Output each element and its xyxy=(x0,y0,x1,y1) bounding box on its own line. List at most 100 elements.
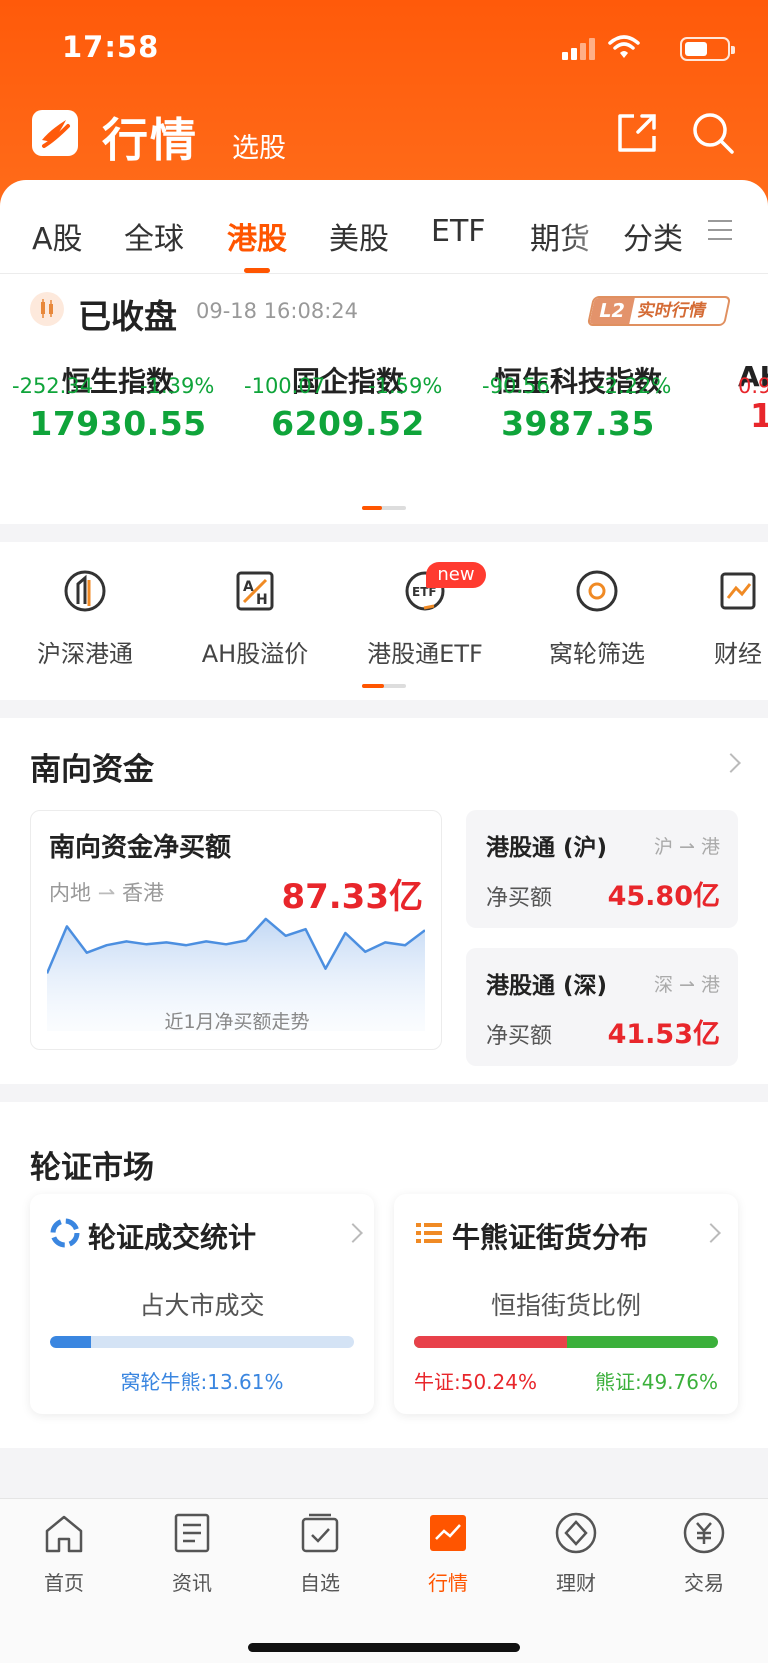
arrow-right-icon: ⇀ xyxy=(672,974,701,996)
watchlist-icon xyxy=(301,1513,339,1553)
quick-ah-premium[interactable]: A H AH股溢价 xyxy=(180,566,330,669)
svg-text:H: H xyxy=(256,592,268,608)
tab-us-stocks[interactable]: 美股 xyxy=(329,214,389,258)
quick-hk-connect[interactable]: 沪深港通 xyxy=(10,566,160,669)
turnover-label: 窝轮牛熊:13.61% xyxy=(120,1370,284,1394)
market-icon xyxy=(430,1515,466,1551)
route-from: 深 xyxy=(653,974,673,996)
sh-connect-card[interactable]: 港股通 (沪) 沪 ⇀ 港 净买额 45.80亿 xyxy=(466,810,738,928)
index-pager xyxy=(362,506,406,510)
index-change: -90.56 xyxy=(482,374,550,398)
bear-label: 熊证:49.76% xyxy=(595,1370,718,1394)
chart-caption: 近1月净买额走势 xyxy=(164,1011,310,1033)
news-icon xyxy=(174,1513,210,1553)
nav-home[interactable]: 首页 xyxy=(14,1511,114,1596)
l2-realtime-badge[interactable]: L2 实时行情 xyxy=(586,296,732,326)
main-content: A股 全球 港股 美股 ETF 期货 分类 已收盘 09-18 16:08:24… xyxy=(0,180,768,1498)
net-buy-label: 净买额 xyxy=(486,1024,553,1049)
route-to: 港 xyxy=(700,836,720,858)
section-title: 轮证市场 xyxy=(30,1150,154,1186)
l2-label: L2 xyxy=(589,298,635,324)
warrant-turnover-card[interactable]: 轮证成交统计 占大市成交 窝轮牛熊:13.61% xyxy=(30,1194,374,1414)
nav-trade[interactable]: 交易 xyxy=(654,1511,754,1596)
nav-wealth[interactable]: 理财 xyxy=(526,1511,626,1596)
realtime-label: 实时行情 xyxy=(635,301,709,321)
route-from: 沪 xyxy=(653,836,673,858)
tab-a-share[interactable]: A股 xyxy=(32,214,83,258)
active-tab-indicator xyxy=(244,268,270,273)
index-card: 已收盘 09-18 16:08:24 L2 实时行情 恒生指数 17930.55… xyxy=(0,274,768,524)
nav-news[interactable]: 资讯 xyxy=(142,1511,242,1596)
title-row: 行情 选股 xyxy=(0,100,768,170)
index-value: 6209.52 xyxy=(271,404,425,443)
index-pct: -1.39% xyxy=(140,374,215,398)
tab-menu-icon[interactable] xyxy=(708,220,732,242)
tab-etf[interactable]: ETF xyxy=(431,214,486,249)
index-hscei[interactable]: 国企指数 6209.52 xyxy=(238,360,458,443)
nav-label: 自选 xyxy=(300,1571,340,1595)
bull-fill xyxy=(414,1336,567,1348)
new-badge: new xyxy=(426,562,486,588)
quick-label: 窝轮筛选 xyxy=(549,640,645,668)
nav-label: 理财 xyxy=(556,1571,596,1595)
nav-market[interactable]: 行情 xyxy=(398,1511,498,1596)
home-indicator xyxy=(248,1643,520,1652)
route-to: 港 xyxy=(700,974,720,996)
card-subtitle: 占大市成交 xyxy=(139,1291,265,1320)
section-title: 南向资金 xyxy=(30,752,154,788)
battery-icon xyxy=(680,37,735,61)
tab-global[interactable]: 全球 xyxy=(124,214,184,258)
turnover-bar xyxy=(50,1336,354,1348)
arrow-right-icon: ⇀ xyxy=(97,881,122,905)
index-hstech[interactable]: 恒生科技指数 3987.35 xyxy=(468,360,688,443)
candlestick-icon xyxy=(30,292,64,326)
index-value: 1 xyxy=(750,396,768,435)
search-icon[interactable] xyxy=(690,110,736,156)
tab-hk-stocks[interactable]: 港股 xyxy=(227,214,287,258)
index-pct: -2.22% xyxy=(597,374,672,398)
index-change: 0.9 xyxy=(738,374,768,398)
connect-name: 港股通 (沪) xyxy=(486,835,608,861)
connect-name: 港股通 (深) xyxy=(486,973,608,999)
quick-warrant-filter[interactable]: 窝轮筛选 xyxy=(522,566,672,669)
route-from: 内地 xyxy=(49,881,91,905)
market-status: 已收盘 xyxy=(78,297,177,336)
index-pct: -1.59% xyxy=(368,374,443,398)
quick-label: 港股通ETF xyxy=(367,640,483,668)
hk-connect-icon xyxy=(60,566,110,616)
sz-connect-card[interactable]: 港股通 (深) 深 ⇀ 港 净买额 41.53亿 xyxy=(466,948,738,1066)
net-buy-card[interactable]: 南向资金净买额 内地 ⇀ 香港 87.33亿 近1月净买额走势 xyxy=(30,810,442,1050)
bottom-nav: 首页 资讯 自选 行情 理财 交易 xyxy=(0,1498,768,1663)
bull-bear-card[interactable]: 牛熊证街货分布 恒指街货比例 牛证:50.24% 熊证:49.76% xyxy=(394,1194,738,1414)
chevron-right-icon xyxy=(343,1223,363,1243)
route-label: 内地 ⇀ 香港 xyxy=(49,877,164,907)
nav-watchlist[interactable]: 自选 xyxy=(270,1511,370,1596)
nav-label: 行情 xyxy=(428,1571,468,1595)
quick-links: 沪深港通 A H AH股溢价 ETF 港股通ETF new 窝轮筛选 财经 xyxy=(0,542,768,700)
southbound-section: 南向资金 南向资金净买额 内地 ⇀ 香港 87.33亿 近1月净买额走势 港股通… xyxy=(0,718,768,1084)
card-title: 牛熊证街货分布 xyxy=(452,1221,649,1254)
net-buy-label: 净买额 xyxy=(486,886,553,911)
card-subtitle: 恒指街货比例 xyxy=(490,1291,641,1320)
warrant-market-section: 轮证市场 轮证成交统计 占大市成交 窝轮牛熊:13.61% 牛熊证街货分布 恒指… xyxy=(0,1102,768,1448)
index-hsi[interactable]: 恒生指数 17930.55 xyxy=(8,360,228,443)
wealth-icon xyxy=(555,1512,597,1554)
quick-finance[interactable]: 财经 xyxy=(696,566,768,669)
net-buy-value: 45.80亿 xyxy=(607,881,720,912)
tab-category[interactable]: 分类 xyxy=(623,214,683,258)
bull-bear-bar xyxy=(414,1336,718,1348)
quick-pager xyxy=(362,684,406,688)
quick-label: 财经 xyxy=(714,640,762,668)
app-logo-icon[interactable] xyxy=(32,110,78,156)
route-to: 香港 xyxy=(121,881,164,905)
trade-icon xyxy=(683,1512,725,1554)
wifi-icon xyxy=(608,35,640,58)
bull-label: 牛证:50.24% xyxy=(414,1370,537,1394)
index-change: -100.07 xyxy=(244,374,326,398)
chevron-right-icon[interactable] xyxy=(721,753,741,773)
share-icon[interactable] xyxy=(614,110,660,156)
card-title: 轮证成交统计 xyxy=(88,1221,257,1254)
stock-picker-link[interactable]: 选股 xyxy=(232,126,286,165)
net-buy-title: 南向资金净买额 xyxy=(49,833,232,863)
nav-label: 资讯 xyxy=(172,1571,212,1595)
